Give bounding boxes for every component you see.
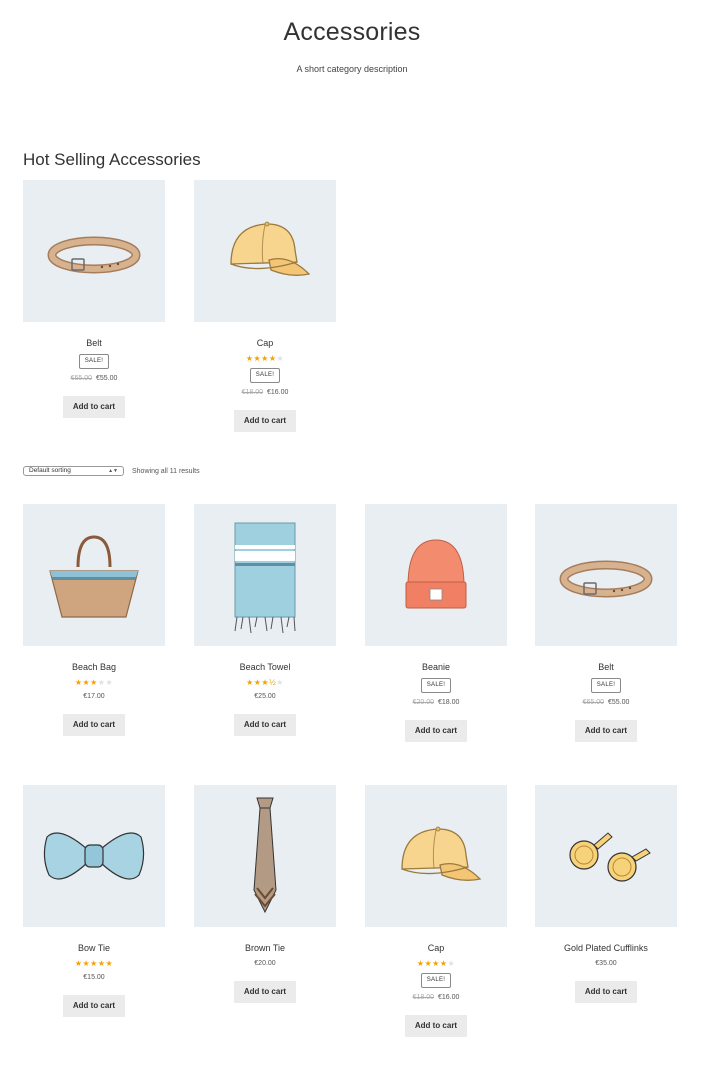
hot-selling-heading: Hot Selling Accessories [23, 150, 201, 169]
sale-badge: SALE! [420, 973, 452, 988]
product-name[interactable]: Cap [194, 337, 336, 349]
product-image[interactable] [194, 504, 336, 646]
old-price: €18.00 [412, 994, 434, 1001]
product-image[interactable] [365, 785, 507, 927]
product-price: €18.00 €16.00 [365, 993, 507, 1003]
product-price: €15.00 [23, 973, 165, 983]
add-to-cart-button[interactable]: Add to cart [404, 720, 468, 742]
page-description: A short category description [296, 64, 408, 74]
star-rating: ★★★½★ [246, 678, 284, 687]
add-to-cart-button[interactable]: Add to cart [574, 981, 638, 1003]
belt-icon [559, 560, 653, 598]
cufflinks-icon [569, 832, 651, 882]
product-beach-towel: Beach Towel ★★★½★ €25.00 Add to cart [194, 504, 336, 736]
product-name[interactable]: Belt [23, 337, 165, 349]
belt-icon [47, 236, 141, 274]
product-image[interactable] [194, 785, 336, 927]
cap-icon [230, 221, 311, 276]
product-price: €65.00 €55.00 [535, 698, 677, 708]
beach-towel-icon [234, 522, 296, 634]
product-gold-plated-cufflinks: Gold Plated Cufflinks €35.00 Add to cart [535, 785, 677, 1003]
add-to-cart-button[interactable]: Add to cart [62, 396, 126, 418]
old-price: €18.00 [241, 389, 263, 396]
product-name[interactable]: Belt [535, 661, 677, 673]
product-price: €35.00 [535, 959, 677, 969]
product-name[interactable]: Beach Bag [23, 661, 165, 673]
product-image[interactable] [194, 180, 336, 322]
product-cap: Cap ★★★★★ SALE! €18.00 €16.00 Add to cart [365, 785, 507, 1037]
product-image[interactable] [23, 180, 165, 322]
product-name[interactable]: Brown Tie [194, 942, 336, 954]
add-to-cart-button[interactable]: Add to cart [574, 720, 638, 742]
add-to-cart-button[interactable]: Add to cart [233, 714, 297, 736]
beach-bag-icon [49, 535, 139, 618]
bow-tie-icon [43, 832, 145, 880]
beanie-icon [405, 539, 467, 609]
star-rating: ★★★★★ [245, 354, 285, 363]
product-image[interactable] [23, 785, 165, 927]
product-price: €65.00 €55.00 [23, 374, 165, 384]
current-price: €16.00 [438, 994, 460, 1001]
add-to-cart-button[interactable]: Add to cart [62, 995, 126, 1017]
product-price: €18.00 €16.00 [194, 388, 336, 398]
product-belt: Belt SALE! €65.00 €55.00 Add to cart [535, 504, 677, 742]
hot-product-cap: Cap ★★★★★ SALE! €18.00 €16.00 Add to cart [194, 180, 336, 432]
product-name[interactable]: Bow Tie [23, 942, 165, 954]
product-bow-tie: Bow Tie ★★★★★ €15.00 Add to cart [23, 785, 165, 1017]
sale-badge: SALE! [590, 678, 622, 693]
product-name[interactable]: Cap [365, 942, 507, 954]
sale-badge: SALE! [420, 678, 452, 693]
product-image[interactable] [535, 785, 677, 927]
current-price: €16.00 [267, 389, 289, 396]
current-price: €18.00 [438, 699, 460, 706]
current-price: €55.00 [608, 699, 630, 706]
star-rating: ★★★★★ [74, 959, 114, 968]
hot-product-belt: Belt SALE! €65.00 €55.00 Add to cart [23, 180, 165, 418]
add-to-cart-button[interactable]: Add to cart [233, 410, 297, 432]
shop-toolbar: Default sorting ▲▼ Showing all 11 result… [23, 466, 200, 476]
product-price: €20.00 [194, 959, 336, 969]
product-price: €25.00 [194, 692, 336, 702]
sale-badge: SALE! [249, 368, 281, 383]
add-to-cart-button[interactable]: Add to cart [404, 1015, 468, 1037]
product-image[interactable] [535, 504, 677, 646]
product-name[interactable]: Beanie [365, 661, 507, 673]
current-price: €35.00 [595, 960, 617, 967]
product-price: €20.00 €18.00 [365, 698, 507, 708]
current-price: €15.00 [83, 974, 105, 981]
product-brown-tie: Brown Tie €20.00 Add to cart [194, 785, 336, 1003]
product-price: €17.00 [23, 692, 165, 702]
chevron-updown-icon: ▲▼ [108, 468, 118, 474]
product-image[interactable] [365, 504, 507, 646]
product-beanie: Beanie SALE! €20.00 €18.00 Add to cart [365, 504, 507, 742]
product-image[interactable] [23, 504, 165, 646]
sort-selected-value: Default sorting [29, 467, 71, 474]
current-price: €25.00 [254, 693, 276, 700]
product-name[interactable]: Gold Plated Cufflinks [535, 942, 677, 954]
page-title: Accessories [283, 18, 421, 46]
old-price: €65.00 [70, 375, 92, 382]
cap-icon [401, 826, 482, 881]
product-name[interactable]: Beach Towel [194, 661, 336, 673]
current-price: €55.00 [96, 375, 118, 382]
star-rating: ★★★★★ [416, 959, 456, 968]
product-beach-bag: Beach Bag ★★★★★ €17.00 Add to cart [23, 504, 165, 736]
current-price: €20.00 [254, 960, 276, 967]
star-rating: ★★★★★ [74, 678, 114, 687]
result-count: Showing all 11 results [132, 467, 200, 475]
current-price: €17.00 [83, 693, 105, 700]
sort-select[interactable]: Default sorting ▲▼ [23, 466, 124, 476]
old-price: €20.00 [412, 699, 434, 706]
tie-icon [253, 797, 277, 914]
add-to-cart-button[interactable]: Add to cart [233, 981, 297, 1003]
sale-badge: SALE! [78, 354, 110, 369]
add-to-cart-button[interactable]: Add to cart [62, 714, 126, 736]
old-price: €65.00 [582, 699, 604, 706]
